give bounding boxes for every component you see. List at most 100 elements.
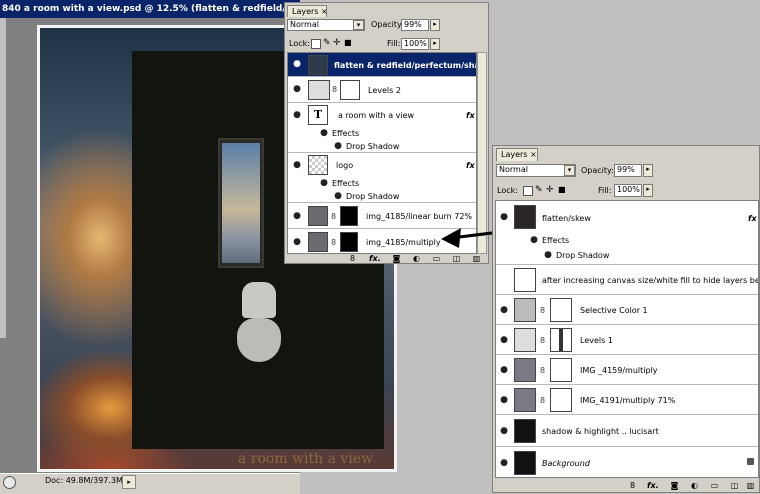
eye-icon[interactable]: ● [498, 366, 510, 375]
layer-thumbnail [514, 388, 536, 412]
eye-icon[interactable]: ● [528, 236, 540, 245]
layers-bottom-toolbar: 8 fx. ◙ ◐ ▭ ◫ ▥ [495, 480, 757, 492]
fill-field[interactable]: 100% [614, 184, 642, 197]
lock-all-icon[interactable]: ■ [344, 38, 352, 47]
blend-dropdown-icon[interactable]: ▾ [353, 20, 364, 30]
eye-icon[interactable]: ● [291, 212, 303, 221]
effect-name: Drop Shadow [346, 142, 400, 151]
add-mask-icon[interactable]: ◙ [669, 480, 680, 491]
fx-icon[interactable]: fx [748, 214, 757, 223]
link-layers-icon[interactable]: 8 [627, 480, 638, 491]
layers-panel-2: Layers × Normal ▾ Opacity: 99% ▸ Lock: ✎… [492, 145, 760, 493]
layer-mask-thumbnail [340, 206, 358, 226]
effect-row[interactable]: ● Drop Shadow [288, 189, 476, 203]
link-chain-icon: 8 [331, 212, 337, 221]
opacity-slider-arrow-icon[interactable]: ▸ [430, 19, 440, 31]
layers-tab[interactable]: Layers × [287, 5, 328, 17]
layer-row[interactable]: ● 8 Levels 2 [288, 77, 476, 103]
effects-row[interactable]: ● Effects [288, 177, 476, 189]
document-title-bar[interactable]: 840 a room with a view.psd @ 12.5% (flat… [0, 0, 300, 18]
eye-icon[interactable]: ● [498, 213, 510, 222]
fill-slider-arrow-icon[interactable]: ▸ [643, 184, 653, 197]
zoom-icon[interactable] [3, 476, 16, 489]
opacity-field[interactable]: 99% [614, 164, 642, 177]
effects-label: Effects [332, 179, 360, 188]
eye-icon[interactable]: ● [291, 238, 303, 247]
tab-close-icon[interactable]: × [530, 150, 537, 159]
lock-paint-icon[interactable]: ✎ [323, 38, 331, 48]
layer-thumbnail [308, 206, 328, 226]
eye-icon[interactable]: ● [291, 60, 303, 69]
new-group-icon[interactable]: ▭ [709, 480, 720, 491]
new-group-icon[interactable]: ▭ [431, 253, 442, 264]
delete-layer-icon[interactable]: ▥ [471, 253, 482, 264]
link-layers-icon[interactable]: 8 [347, 253, 358, 264]
layer-row-selected[interactable]: ● flatten & redfield/perfectum/sharpen [288, 53, 476, 77]
layer-name: flatten/skew [542, 214, 591, 223]
eye-icon[interactable]: ● [291, 161, 303, 170]
new-layer-icon[interactable]: ◫ [729, 480, 740, 491]
layer-row[interactable]: ● flatten/skew fx [496, 201, 758, 233]
fill-field[interactable]: 100% [401, 38, 429, 50]
lock-transparency-icon[interactable] [523, 186, 533, 196]
lock-move-icon[interactable]: ✛ [333, 38, 341, 48]
layer-name: Levels 2 [368, 86, 401, 95]
eye-icon[interactable]: ● [291, 111, 303, 120]
effects-row[interactable]: ● Effects [288, 127, 476, 139]
eye-icon[interactable]: ● [332, 192, 344, 201]
layer-row[interactable]: ● logo fx [288, 153, 476, 177]
add-style-icon[interactable]: fx. [647, 480, 659, 491]
layer-name: shadow & highlight .. lucisart [542, 427, 659, 436]
fx-icon[interactable]: fx [466, 111, 475, 120]
eye-icon[interactable]: ● [291, 85, 303, 94]
layer-row[interactable]: ● 8 IMG_4191/multiply 71% [496, 385, 758, 415]
layer-row[interactable]: ● 8 Levels 1 [496, 325, 758, 355]
eye-icon[interactable]: ● [498, 459, 510, 468]
eye-icon[interactable]: ● [318, 129, 330, 138]
effect-row[interactable]: ● Drop Shadow [288, 139, 476, 153]
lock-transparency-icon[interactable] [311, 39, 321, 49]
layer-mask-thumbnail [550, 388, 572, 412]
layer-row[interactable]: ● 8 IMG _4159/multiply [496, 355, 758, 385]
fill-slider-arrow-icon[interactable]: ▸ [430, 38, 440, 50]
opacity-slider-arrow-icon[interactable]: ▸ [643, 164, 653, 177]
eye-icon[interactable]: ● [332, 142, 344, 151]
layer-row[interactable]: ● 8 Selective Color 1 [496, 295, 758, 325]
layer-thumbnail [308, 155, 328, 175]
layer-row[interactable]: after increasing canvas size/white fill … [496, 265, 758, 295]
add-mask-icon[interactable]: ◙ [391, 253, 402, 264]
effects-row[interactable]: ● Effects [496, 233, 758, 247]
blend-dropdown-icon[interactable]: ▾ [564, 165, 575, 176]
selective-color-adjustment-icon [514, 298, 536, 322]
eye-icon[interactable]: ● [498, 306, 510, 315]
lock-all-icon[interactable]: ■ [558, 185, 566, 194]
opacity-field[interactable]: 99% [401, 19, 429, 31]
add-style-icon[interactable]: fx. [369, 253, 381, 264]
delete-layer-icon[interactable]: ▥ [745, 480, 756, 491]
eye-icon[interactable]: ● [542, 251, 554, 260]
new-layer-icon[interactable]: ◫ [451, 253, 462, 264]
effect-row[interactable]: ● Drop Shadow [496, 247, 758, 265]
fx-icon[interactable]: fx [466, 161, 475, 170]
layers-tab[interactable]: Layers × [496, 148, 538, 161]
eye-icon[interactable]: ● [318, 179, 330, 188]
blend-mode-value: Normal [499, 165, 528, 174]
layer-thumbnail [514, 358, 536, 382]
layer-row[interactable]: ● shadow & highlight .. lucisart [496, 415, 758, 447]
eye-icon[interactable]: ● [498, 336, 510, 345]
layer-name: IMG_4191/multiply 71% [580, 396, 676, 405]
layer-name: a room with a view [338, 111, 415, 120]
lock-paint-icon[interactable]: ✎ [535, 185, 543, 195]
layer-mask-thumbnail [340, 80, 360, 100]
lock-move-icon[interactable]: ✛ [546, 185, 554, 195]
layer-row[interactable]: ● Background [496, 447, 758, 477]
tools-strip [0, 18, 6, 338]
status-menu-arrow-icon[interactable]: ▸ [122, 475, 136, 489]
eye-icon[interactable]: ● [498, 427, 510, 436]
new-adjustment-icon[interactable]: ◐ [689, 480, 700, 491]
tab-close-icon[interactable]: × [321, 7, 328, 16]
layer-row[interactable]: ● T a room with a view fx [288, 103, 476, 127]
new-adjustment-icon[interactable]: ◐ [411, 253, 422, 264]
eye-icon[interactable]: ● [498, 396, 510, 405]
lock-label: Lock: [289, 39, 310, 48]
